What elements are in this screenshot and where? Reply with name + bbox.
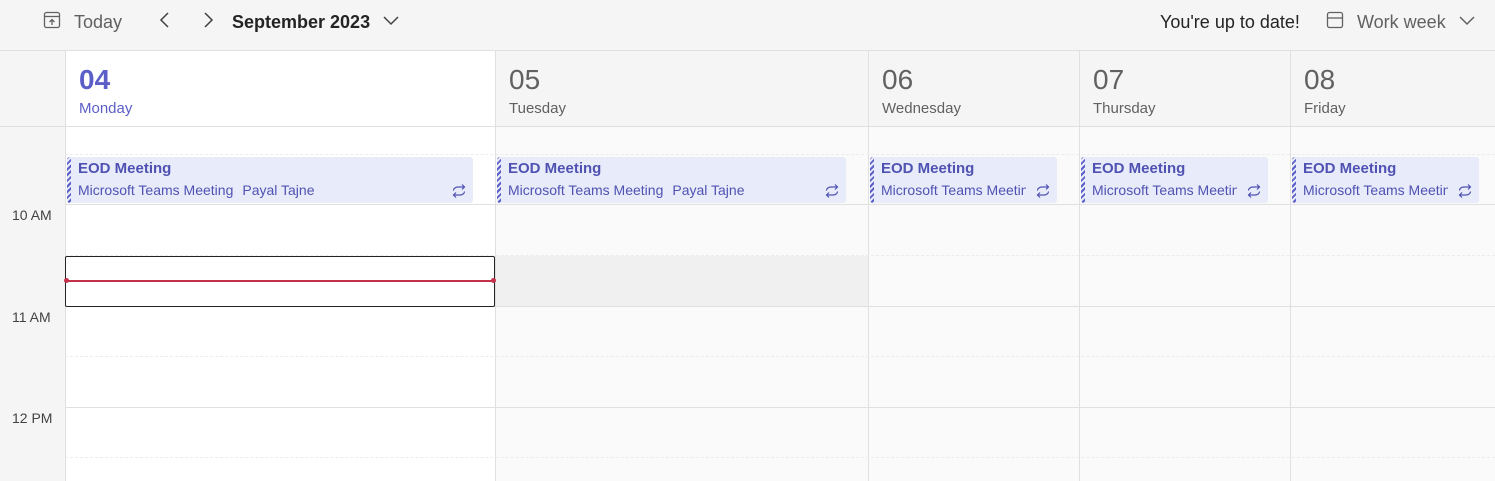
event-details: Microsoft Teams Meeting <box>1092 182 1237 198</box>
day-header-tuesday[interactable]: 05 Tuesday <box>495 51 869 126</box>
day-name: Tuesday <box>509 100 566 117</box>
hour-line <box>65 407 1495 408</box>
event-location: Microsoft Teams Meeting <box>508 182 664 198</box>
recurring-icon <box>1246 183 1262 199</box>
event-card[interactable]: EOD Meeting Microsoft Teams Meeting Payal… <box>67 157 473 203</box>
time-column: 10 AM 11 AM 12 PM <box>0 127 65 481</box>
recurring-icon <box>824 183 840 199</box>
day-name: Monday <box>79 100 133 117</box>
event-title: EOD Meeting <box>78 160 172 177</box>
event-title: EOD Meeting <box>881 160 975 177</box>
event-location: Microsoft Teams Meeting <box>1303 182 1448 198</box>
half-hour-line <box>65 457 1495 458</box>
event-title: EOD Meeting <box>1092 160 1186 177</box>
recurring-icon <box>1457 183 1473 199</box>
next-week-button[interactable] <box>196 0 220 44</box>
today-label: Today <box>74 11 123 32</box>
day-header-wednesday[interactable]: 06 Wednesday <box>868 51 1080 126</box>
event-card[interactable]: EOD Meeting Microsoft Teams Meeting <box>870 157 1057 203</box>
event-stripe <box>67 157 71 203</box>
month-picker[interactable]: September 2023 <box>232 0 400 44</box>
sync-status-text: You're up to date! <box>1160 11 1300 32</box>
day-header-thursday[interactable]: 07 Thursday <box>1079 51 1291 126</box>
day-name: Thursday <box>1093 100 1156 117</box>
day-name: Friday <box>1304 100 1346 117</box>
event-card[interactable]: EOD Meeting Microsoft Teams Meeting Payal… <box>497 157 846 203</box>
month-label: September 2023 <box>232 11 371 32</box>
view-label: Work week <box>1357 11 1446 32</box>
day-name: Wednesday <box>882 100 961 117</box>
chevron-right-icon <box>201 10 215 35</box>
event-location: Microsoft Teams Meeting <box>881 182 1026 198</box>
hover-slot[interactable] <box>496 256 868 306</box>
recurring-icon <box>451 183 467 199</box>
event-location: Microsoft Teams Meeting <box>1092 182 1237 198</box>
time-label: 12 PM <box>12 410 53 426</box>
event-location: Microsoft Teams Meeting <box>78 182 234 198</box>
current-time-indicator <box>64 278 496 283</box>
event-card[interactable]: EOD Meeting Microsoft Teams Meeting <box>1292 157 1479 203</box>
event-organizer: Payal Tajne <box>672 182 745 198</box>
hour-line <box>65 204 1495 205</box>
today-button[interactable]: Today <box>42 0 122 44</box>
event-card[interactable]: EOD Meeting Microsoft Teams Meeting <box>1081 157 1268 203</box>
event-title: EOD Meeting <box>1303 160 1397 177</box>
day-number: 04 <box>79 64 111 95</box>
day-number: 08 <box>1304 64 1336 95</box>
time-label: 11 AM <box>12 309 51 325</box>
half-hour-line <box>65 356 1495 357</box>
event-stripe <box>870 157 874 203</box>
day-header-row: 04 Monday 05 Tuesday 06 Wednesday 07 Thu… <box>0 51 1495 127</box>
calendar-view-icon <box>1325 10 1345 35</box>
event-details: Microsoft Teams Meeting <box>881 182 1026 198</box>
previous-week-button[interactable] <box>153 0 177 44</box>
half-hour-line <box>65 154 1495 155</box>
event-organizer: Payal Tajne <box>242 182 315 198</box>
day-number: 06 <box>882 64 914 95</box>
event-stripe <box>1081 157 1085 203</box>
chevron-down-icon <box>1458 13 1476 31</box>
view-selector[interactable]: Work week <box>1325 0 1476 44</box>
day-number: 07 <box>1093 64 1125 95</box>
calendar-today-icon <box>42 10 62 35</box>
time-label: 10 AM <box>12 207 52 223</box>
chevron-down-icon <box>382 13 400 31</box>
calendar-grid: 10 AM 11 AM 12 PM EOD Meeting Microsoft … <box>0 127 1495 481</box>
recurring-icon <box>1035 183 1051 199</box>
day-header-friday[interactable]: 08 Friday <box>1290 51 1495 126</box>
day-header-monday[interactable]: 04 Monday <box>65 51 496 126</box>
event-details: Microsoft Teams Meeting <box>1303 182 1448 198</box>
calendar-toolbar: Today September 2023 You're up to date! … <box>0 0 1495 51</box>
event-details: Microsoft Teams Meeting Payal Tajne <box>508 182 813 198</box>
event-stripe <box>1292 157 1296 203</box>
day-number: 05 <box>509 64 541 95</box>
event-stripe <box>497 157 501 203</box>
event-details: Microsoft Teams Meeting Payal Tajne <box>78 182 438 198</box>
chevron-left-icon <box>158 10 172 35</box>
event-title: EOD Meeting <box>508 160 602 177</box>
